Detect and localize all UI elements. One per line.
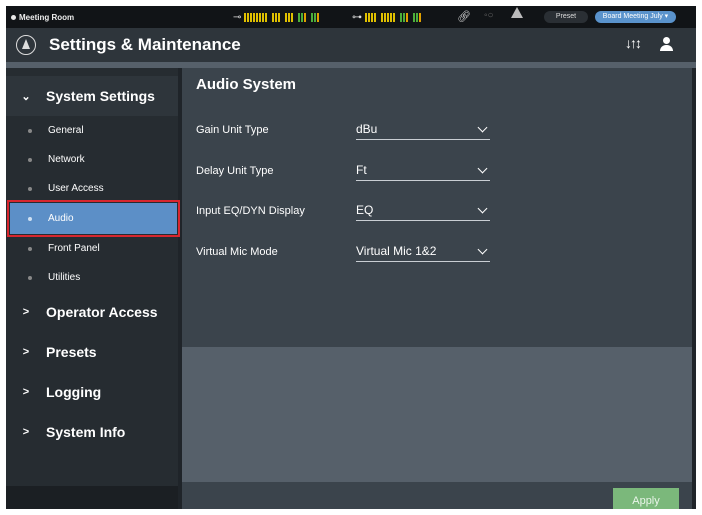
sidebar-section-operator-access[interactable]: > Operator Access	[6, 292, 178, 332]
section-label: Operator Access	[46, 304, 158, 320]
preset-select[interactable]: Board Meeting July ▾	[595, 11, 676, 23]
chevron-right-icon: >	[22, 426, 30, 438]
section-label: System Settings	[46, 88, 155, 104]
bullet-icon	[28, 275, 32, 280]
delay-unit-label: Delay Unit Type	[196, 165, 274, 177]
sidebar-section-presets[interactable]: > Presets	[6, 332, 178, 372]
select-value: Virtual Mic 1&2	[356, 244, 437, 258]
bullet-icon	[28, 246, 32, 251]
preset-label: Preset	[544, 11, 588, 23]
input-level-meter	[244, 13, 320, 22]
chevron-down-icon	[477, 163, 488, 174]
sidebar-item-label: General	[48, 125, 84, 136]
sidebar-footer	[6, 486, 178, 509]
link-icon[interactable]: 🔗︎	[457, 10, 471, 23]
room-name: Meeting Room	[19, 12, 75, 22]
warning-icon[interactable]	[511, 7, 523, 18]
bullet-icon	[28, 216, 32, 221]
sidebar-item-utilities[interactable]: Utilities	[6, 263, 178, 292]
main-content: Audio System Gain Unit Type dBu Delay Un…	[182, 68, 692, 509]
audio-system-panel: Audio System Gain Unit Type dBu Delay Un…	[182, 68, 692, 347]
virtual-mic-mode-label: Virtual Mic Mode	[196, 246, 278, 258]
input-icon: ⊸	[233, 12, 242, 23]
chevron-right-icon: >	[22, 386, 30, 398]
sidebar-section-system-info[interactable]: > System Info	[6, 412, 178, 452]
output-meter: ⊶	[352, 12, 421, 23]
gain-unit-label: Gain Unit Type	[196, 124, 269, 136]
select-value: Ft	[356, 163, 367, 177]
sidebar-item-network[interactable]: Network	[6, 145, 178, 174]
eq-dyn-display-select[interactable]: EQ	[356, 201, 490, 221]
mute-icon[interactable]: ◦○	[484, 10, 494, 21]
bullet-icon	[28, 128, 32, 133]
virtual-mic-mode-select[interactable]: Virtual Mic 1&2	[356, 242, 490, 262]
sidebar-item-front-panel[interactable]: Front Panel	[6, 234, 178, 263]
eq-dyn-display-label: Input EQ/DYN Display	[196, 205, 305, 217]
sidebar: ⌄ System Settings General Network User A…	[6, 68, 180, 509]
user-icon[interactable]	[659, 37, 673, 53]
chevron-down-icon	[477, 122, 488, 133]
brand-logo-icon	[16, 35, 36, 55]
sidebar-item-label: Audio	[48, 213, 74, 224]
gain-unit-select[interactable]: dBu	[356, 120, 490, 140]
status-bar: Meeting Room	[6, 6, 696, 28]
chevron-down-icon	[477, 203, 488, 214]
sidebar-item-label: Network	[48, 154, 85, 165]
sidebar-item-user-access[interactable]: User Access	[6, 174, 178, 203]
sidebar-section-system-settings[interactable]: ⌄ System Settings	[6, 76, 178, 116]
chevron-down-icon	[477, 244, 488, 255]
section-label: Presets	[46, 344, 97, 360]
chevron-right-icon: >	[22, 346, 30, 358]
delay-unit-select[interactable]: Ft	[356, 161, 490, 181]
panel-title: Audio System	[196, 76, 297, 93]
output-icon: ⊶	[352, 12, 362, 23]
sidebar-item-label: User Access	[48, 183, 104, 194]
chevron-down-icon: ⌄	[21, 90, 31, 103]
sidebar-section-logging[interactable]: > Logging	[6, 372, 178, 412]
output-level-meter	[365, 13, 421, 22]
status-dot-icon	[11, 14, 16, 20]
app-window: Meeting Room ⊸ ⊶ 🔗︎ ◦○ Preset Board Meet…	[6, 6, 696, 509]
sidebar-item-audio[interactable]: Audio	[7, 200, 180, 237]
input-meter: ⊸	[233, 12, 320, 23]
apply-button[interactable]: Apply	[613, 488, 679, 509]
mixer-settings-icon[interactable]: ↓↑↕	[625, 35, 642, 51]
title-bar: Settings & Maintenance ↓↑↕	[6, 28, 696, 62]
sidebar-item-general[interactable]: General	[6, 116, 178, 145]
chevron-right-icon: >	[22, 306, 30, 318]
sidebar-item-label: Front Panel	[48, 243, 100, 254]
bullet-icon	[28, 186, 32, 191]
section-label: Logging	[46, 384, 102, 400]
bullet-icon	[28, 157, 32, 162]
select-value: EQ	[356, 203, 374, 217]
select-value: dBu	[356, 122, 378, 136]
sidebar-item-label: Utilities	[48, 272, 81, 283]
section-label: System Info	[46, 424, 126, 440]
page-title: Settings & Maintenance	[49, 35, 241, 54]
